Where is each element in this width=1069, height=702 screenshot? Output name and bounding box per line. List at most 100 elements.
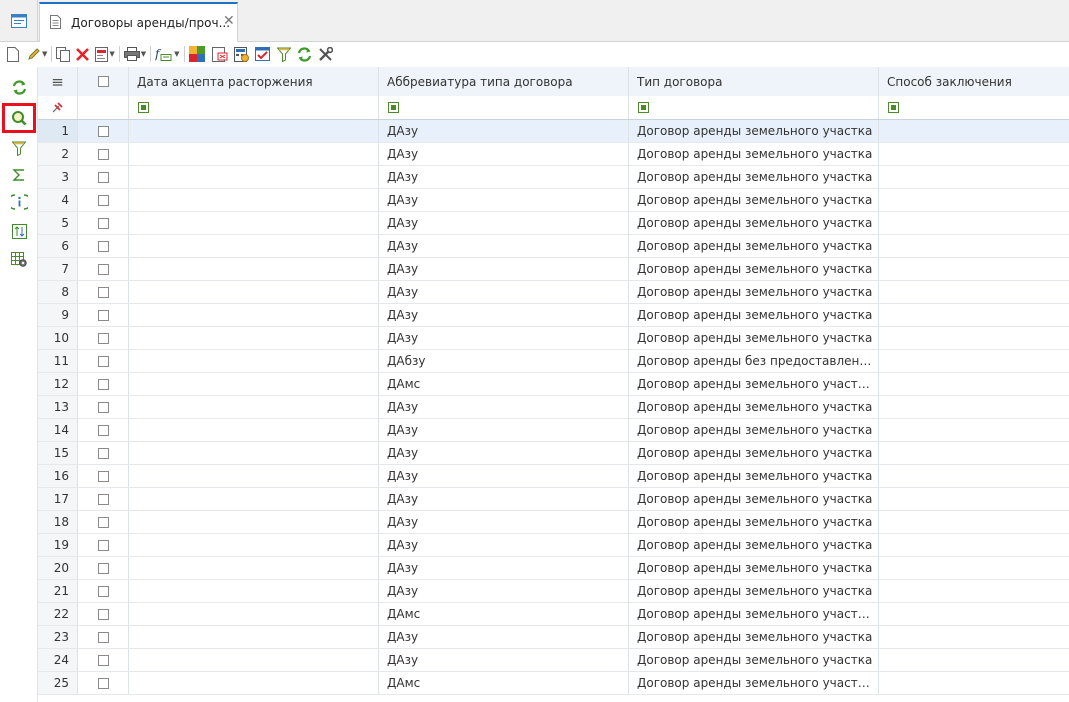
cell-accept-date[interactable] — [129, 304, 379, 326]
filter-button[interactable] — [276, 43, 292, 65]
table-row[interactable]: 10 ДАзу Договор аренды земельного участка — [38, 327, 1069, 350]
table-row[interactable]: 12 ДАмс Договор аренды земельного участк..… — [38, 373, 1069, 396]
row-checkbox[interactable] — [97, 654, 109, 666]
row-checkbox[interactable] — [97, 378, 109, 390]
copy-button[interactable] — [55, 43, 71, 65]
cell-contract-type[interactable]: Договор аренды земельного участка — [629, 212, 879, 234]
cell-conclusion-method[interactable] — [879, 511, 1069, 533]
row-checkbox[interactable] — [97, 677, 109, 689]
table-row[interactable]: 19 ДАзу Договор аренды земельного участка — [38, 534, 1069, 557]
home-button[interactable] — [0, 0, 38, 41]
cell-abbreviation[interactable]: ДАзу — [379, 488, 629, 510]
filter-cell[interactable] — [629, 96, 879, 119]
table-row[interactable]: 3 ДАзу Договор аренды земельного участка — [38, 166, 1069, 189]
cell-contract-type[interactable]: Договор аренды земельного участка — [629, 580, 879, 602]
table-row[interactable]: 1 ДАзу Договор аренды земельного участка — [38, 120, 1069, 143]
row-checkbox[interactable] — [97, 447, 109, 459]
formula-button[interactable]: f ▼ — [154, 43, 180, 65]
cell-abbreviation[interactable]: ДАзу — [379, 166, 629, 188]
table-row[interactable]: 6 ДАзу Договор аренды земельного участка — [38, 235, 1069, 258]
table-row[interactable]: 14 ДАзу Договор аренды земельного участка — [38, 419, 1069, 442]
cell-accept-date[interactable] — [129, 258, 379, 280]
cell-conclusion-method[interactable] — [879, 166, 1069, 188]
export-button[interactable] — [211, 43, 229, 65]
left-info-button[interactable] — [4, 190, 34, 214]
close-icon[interactable]: ✕ — [223, 13, 235, 29]
column-header[interactable]: Тип договора — [629, 67, 879, 96]
row-checkbox[interactable] — [97, 217, 109, 229]
edit-button[interactable]: ▼ — [26, 43, 48, 65]
row-checkbox[interactable] — [97, 401, 109, 413]
cell-conclusion-method[interactable] — [879, 373, 1069, 395]
cell-abbreviation[interactable]: ДАзу — [379, 465, 629, 487]
cell-conclusion-method[interactable] — [879, 143, 1069, 165]
left-search-button[interactable] — [2, 103, 36, 133]
cell-accept-date[interactable] — [129, 396, 379, 418]
cell-conclusion-method[interactable] — [879, 672, 1069, 694]
cell-abbreviation[interactable]: ДАзу — [379, 120, 629, 142]
cell-abbreviation[interactable]: ДАзу — [379, 419, 629, 441]
cell-abbreviation[interactable]: ДАзу — [379, 281, 629, 303]
table-row[interactable]: 22 ДАмс Договор аренды земельного участк..… — [38, 603, 1069, 626]
cell-contract-type[interactable]: Договор аренды земельного участка — [629, 488, 879, 510]
cell-conclusion-method[interactable] — [879, 212, 1069, 234]
filter-cell[interactable] — [129, 96, 379, 119]
column-menu-button[interactable]: ≡ — [38, 67, 78, 96]
refresh-button[interactable] — [296, 43, 313, 65]
cell-accept-date[interactable] — [129, 672, 379, 694]
cell-contract-type[interactable]: Договор аренды без предоставлени... — [629, 350, 879, 372]
cell-accept-date[interactable] — [129, 442, 379, 464]
cell-accept-date[interactable] — [129, 143, 379, 165]
cell-conclusion-method[interactable] — [879, 603, 1069, 625]
row-checkbox[interactable] — [97, 148, 109, 160]
cell-accept-date[interactable] — [129, 235, 379, 257]
cell-conclusion-method[interactable] — [879, 327, 1069, 349]
left-sum-button[interactable] — [4, 163, 34, 187]
table-row[interactable]: 8 ДАзу Договор аренды земельного участка — [38, 281, 1069, 304]
cell-abbreviation[interactable]: ДАзу — [379, 258, 629, 280]
cell-abbreviation[interactable]: ДАзу — [379, 327, 629, 349]
cell-contract-type[interactable]: Договор аренды земельного участка — [629, 143, 879, 165]
cell-abbreviation[interactable]: ДАзу — [379, 511, 629, 533]
cell-conclusion-method[interactable] — [879, 258, 1069, 280]
cell-conclusion-method[interactable] — [879, 350, 1069, 372]
cell-accept-date[interactable] — [129, 557, 379, 579]
left-sort-button[interactable] — [4, 219, 34, 243]
cell-conclusion-method[interactable] — [879, 189, 1069, 211]
row-checkbox[interactable] — [97, 493, 109, 505]
row-checkbox[interactable] — [97, 309, 109, 321]
row-checkbox[interactable] — [97, 355, 109, 367]
row-checkbox[interactable] — [97, 332, 109, 344]
cell-contract-type[interactable]: Договор аренды земельного участка — [629, 511, 879, 533]
cell-contract-type[interactable]: Договор аренды земельного участка — [629, 258, 879, 280]
cell-abbreviation[interactable]: ДАзу — [379, 212, 629, 234]
cell-accept-date[interactable] — [129, 603, 379, 625]
table-row[interactable]: 13 ДАзу Договор аренды земельного участка — [38, 396, 1069, 419]
cell-abbreviation[interactable]: ДАзу — [379, 189, 629, 211]
cell-accept-date[interactable] — [129, 120, 379, 142]
row-checkbox[interactable] — [97, 539, 109, 551]
cell-contract-type[interactable]: Договор аренды земельного участка — [629, 442, 879, 464]
table-row[interactable]: 21 ДАзу Договор аренды земельного участка — [38, 580, 1069, 603]
table-row[interactable]: 16 ДАзу Договор аренды земельного участка — [38, 465, 1069, 488]
cell-contract-type[interactable]: Договор аренды земельного участка — [629, 626, 879, 648]
filter-condition-icon[interactable] — [388, 102, 399, 113]
cell-accept-date[interactable] — [129, 327, 379, 349]
new-button[interactable] — [6, 43, 20, 65]
column-header[interactable]: Дата акцепта расторжения — [129, 67, 379, 96]
cell-contract-type[interactable]: Договор аренды земельного участк... — [629, 603, 879, 625]
cell-accept-date[interactable] — [129, 488, 379, 510]
cell-abbreviation[interactable]: ДАзу — [379, 304, 629, 326]
cell-conclusion-method[interactable] — [879, 626, 1069, 648]
cell-contract-type[interactable]: Договор аренды земельного участка — [629, 235, 879, 257]
cell-abbreviation[interactable]: ДАмс — [379, 373, 629, 395]
cell-conclusion-method[interactable] — [879, 649, 1069, 671]
table-row[interactable]: 4 ДАзу Договор аренды земельного участка — [38, 189, 1069, 212]
table-row[interactable]: 7 ДАзу Договор аренды земельного участка — [38, 258, 1069, 281]
table-row[interactable]: 24 ДАзу Договор аренды земельного участка — [38, 649, 1069, 672]
clear-filter-button[interactable] — [38, 96, 78, 119]
row-checkbox[interactable] — [97, 424, 109, 436]
cell-accept-date[interactable] — [129, 166, 379, 188]
cell-abbreviation[interactable]: ДАзу — [379, 235, 629, 257]
column-header[interactable]: Аббревиатура типа договора — [379, 67, 629, 96]
